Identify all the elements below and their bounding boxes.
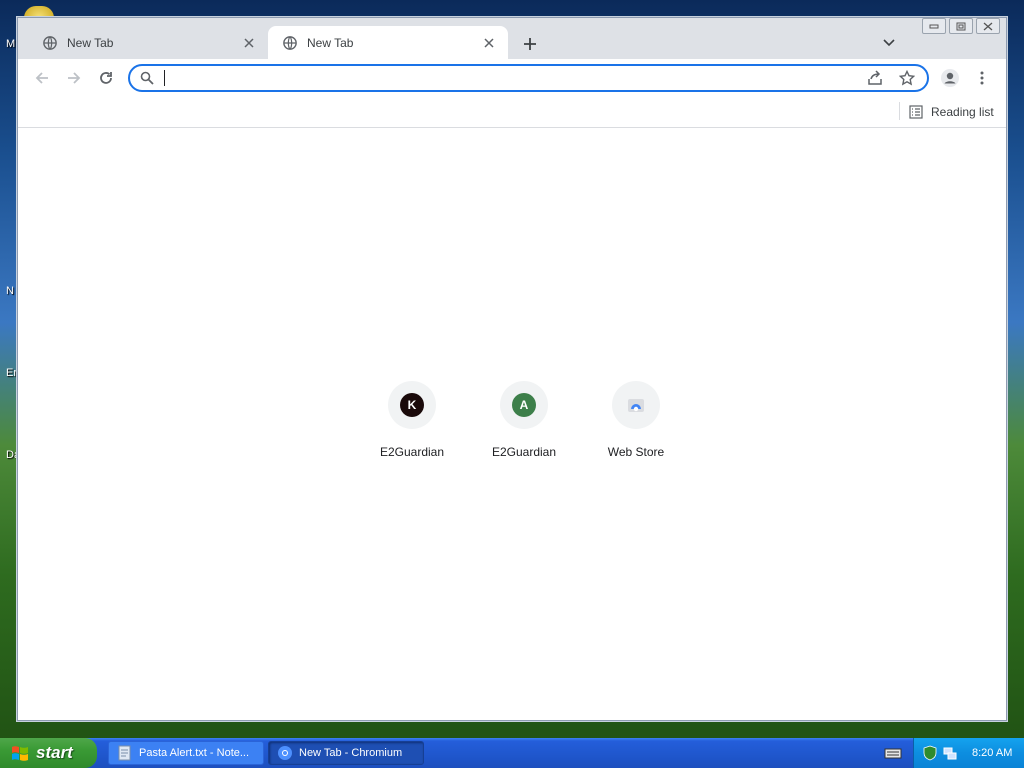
windows-flag-icon [12,746,28,761]
minimize-icon [929,24,939,29]
new-tab-button[interactable] [518,32,542,56]
shortcut-tile[interactable]: K E2Guardian [356,381,468,481]
profile-button[interactable] [936,64,964,92]
avatar-icon [941,69,959,87]
close-window-button[interactable] [976,18,1000,34]
taskbar-item-notepad[interactable]: Pasta Alert.txt - Note... [108,741,264,765]
browser-window: New Tab New Tab Reading list K E2Guardia… [17,17,1007,721]
tab-title: New Tab [307,35,354,50]
shortcut-letter-icon: A [512,393,536,417]
shortcut-label: E2Guardian [379,445,445,459]
tab-title: New Tab [67,35,114,50]
clock: 8:20 AM [972,747,1013,759]
bookmarks-separator [899,102,900,120]
reading-list-button[interactable]: Reading list [909,101,994,123]
desktop-icon-label-2[interactable]: N [0,285,18,297]
network-icon[interactable] [942,745,958,761]
bookmark-star-icon[interactable] [895,66,919,90]
taskbar-item-chromium[interactable]: New Tab - Chromium [268,741,424,765]
window-controls [922,18,1000,34]
desktop-icon-label-4[interactable]: Da [0,449,18,461]
minimize-button[interactable] [922,18,946,34]
shortcut-letter-icon: K [400,393,424,417]
start-button[interactable]: start [0,738,97,768]
reading-list-label: Reading list [931,105,994,119]
back-arrow-icon [35,72,48,84]
globe-icon [42,35,58,51]
security-shield-icon[interactable] [922,745,938,761]
taskbar: start Pasta Alert.txt - Note... New Tab … [0,738,1024,768]
desktop-icon-label-3[interactable]: Er [0,367,18,379]
back-button[interactable] [28,64,56,92]
chromium-icon [278,746,292,760]
tab-2[interactable]: New Tab [268,26,508,59]
search-icon [140,70,156,86]
new-tab-page: K E2Guardian A E2Guardian Web Store [18,129,1006,720]
close-icon [983,22,993,30]
reload-icon [100,72,112,84]
forward-arrow-icon [68,72,81,84]
shortcut-tile[interactable]: A E2Guardian [468,381,580,481]
start-label: start [36,743,73,762]
taskbar-item-label: Pasta Alert.txt - Note... [139,747,250,759]
notepad-icon [118,745,131,761]
toolbar [18,59,1006,97]
close-tab-icon[interactable] [480,34,498,52]
restore-icon [956,22,966,30]
shortcut-label: Web Store [607,445,665,459]
system-tray: 8:20 AM [913,738,1024,768]
keyboard-icon[interactable] [884,745,902,761]
plus-icon [524,38,536,50]
more-vert-icon [980,71,984,85]
address-bar[interactable] [128,64,929,92]
share-icon[interactable] [863,66,887,90]
menu-button[interactable] [968,64,996,92]
bookmarks-bar: Reading list [18,97,1006,128]
tab-1[interactable]: New Tab [28,26,268,59]
web-store-icon [628,399,644,412]
shortcut-tile[interactable]: Web Store [580,381,692,481]
reload-button[interactable] [92,64,120,92]
desktop-icon-label-1[interactable]: M [0,38,18,50]
chevron-down-icon [883,39,895,47]
tab-search-button[interactable] [878,32,900,54]
globe-icon [282,35,298,51]
shortcut-icon-bg: K [388,381,436,429]
tab-strip: New Tab New Tab [18,18,1006,59]
shortcut-tiles: K E2Guardian A E2Guardian Web Store [356,381,692,481]
close-tab-icon[interactable] [240,34,258,52]
maximize-button[interactable] [949,18,973,34]
reading-list-icon [909,105,923,119]
forward-button[interactable] [60,64,88,92]
address-input[interactable] [165,68,863,88]
shortcut-icon-bg [612,381,660,429]
shortcut-label: E2Guardian [491,445,557,459]
shortcut-icon-bg: A [500,381,548,429]
taskbar-item-label: New Tab - Chromium [299,747,403,759]
